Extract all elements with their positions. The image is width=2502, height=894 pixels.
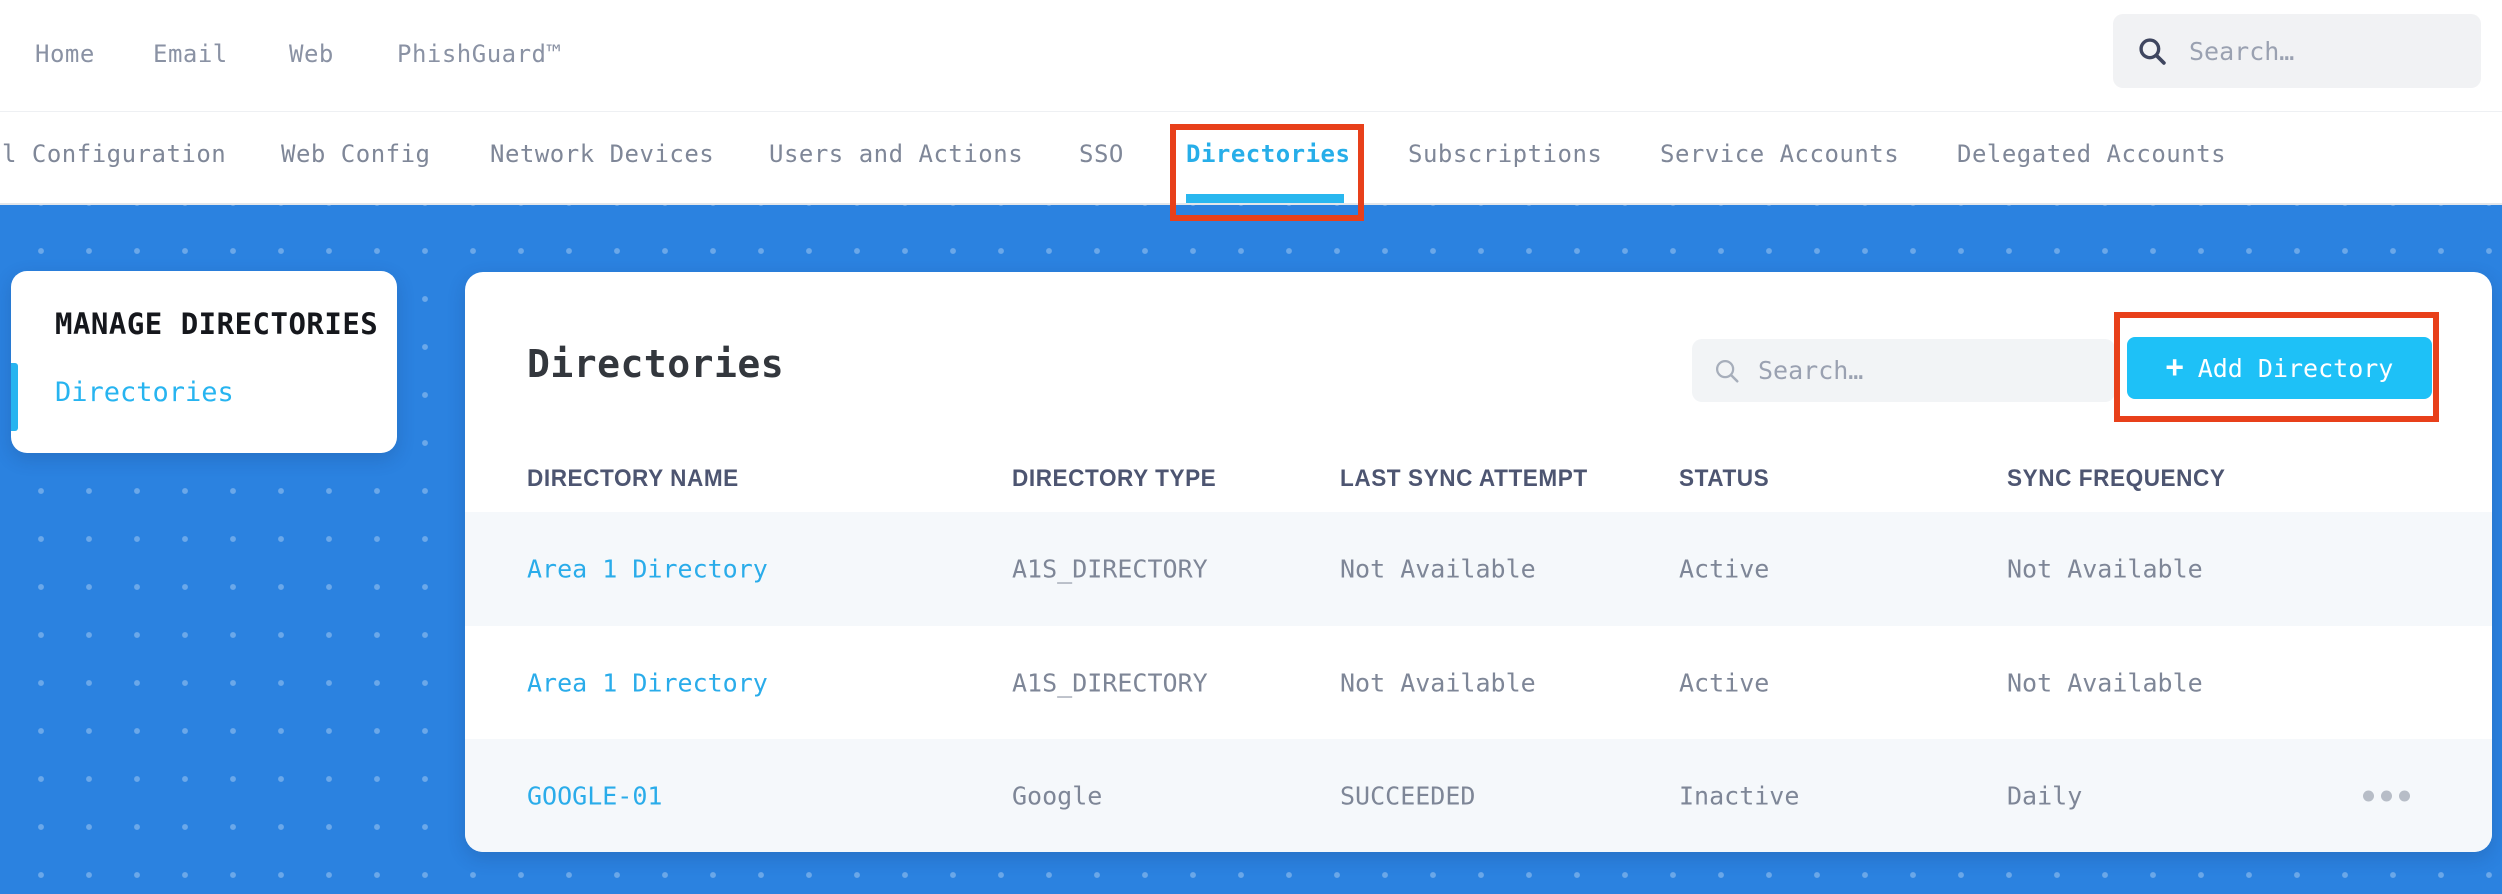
primary-nav: Home Email Web PhishGuard™ (0, 0, 2502, 112)
directories-search-input[interactable] (1758, 356, 2078, 385)
directories-panel: Directories + Add Directory DIRECTORY NA… (465, 272, 2492, 852)
sidebar-active-indicator (11, 363, 18, 431)
tab-subscriptions[interactable]: Subscriptions (1408, 140, 1602, 168)
tab-delegated-accounts[interactable]: Delegated Accounts (1957, 140, 2226, 168)
tab-sso[interactable]: SSO (1079, 140, 1124, 168)
nav-item-phishguard[interactable]: PhishGuard™ (397, 40, 561, 68)
add-directory-label: Add Directory (2197, 353, 2394, 383)
column-header-sync-frequency: SYNC FREQUENCY (2007, 465, 2226, 492)
active-tab-underline (1186, 194, 1344, 203)
tab-network-devices[interactable]: Network Devices (490, 140, 714, 168)
workspace-background: MANAGE DIRECTORIES Directories Directori… (0, 205, 2502, 894)
directory-type-cell: A1S_DIRECTORY (1012, 668, 1208, 698)
sync-frequency-cell: Daily (2007, 781, 2083, 811)
nav-item-home[interactable]: Home (35, 40, 95, 68)
page-title: Directories (527, 342, 785, 386)
row-actions-ellipsis-icon[interactable] (2355, 783, 2418, 810)
tab-web-config[interactable]: Web Config (281, 140, 431, 168)
add-directory-button[interactable]: + Add Directory (2127, 337, 2432, 399)
sync-frequency-cell: Not Available (2007, 554, 2203, 584)
column-header-status: STATUS (1679, 465, 1770, 492)
plus-icon: + (2165, 350, 2184, 385)
status-cell: Active (1679, 554, 1770, 584)
tab-email-configuration[interactable]: l Configuration (2, 140, 226, 168)
sidebar-item-directories[interactable]: Directories (55, 377, 234, 408)
directory-type-cell: Google (1012, 781, 1103, 811)
global-search-input[interactable] (2189, 36, 2459, 66)
last-sync-cell: Not Available (1340, 554, 1536, 584)
column-header-directory-type: DIRECTORY TYPE (1012, 465, 1217, 492)
status-cell: Active (1679, 668, 1770, 698)
search-icon (2139, 38, 2166, 65)
table-row: Area 1 Directory A1S_DIRECTORY Not Avail… (465, 512, 2492, 626)
nav-item-email[interactable]: Email (153, 40, 228, 68)
directory-name-link[interactable]: Area 1 Directory (527, 669, 768, 698)
directory-type-cell: A1S_DIRECTORY (1012, 554, 1208, 584)
sync-frequency-cell: Not Available (2007, 668, 2203, 698)
sidebar-title: MANAGE DIRECTORIES (55, 307, 379, 341)
tab-users-and-actions[interactable]: Users and Actions (769, 140, 1023, 168)
tab-directories[interactable]: Directories (1186, 140, 1350, 168)
app-header: Home Email Web PhishGuard™ l Configurati… (0, 0, 2502, 221)
directory-name-link[interactable]: GOOGLE-01 (527, 782, 662, 811)
tab-service-accounts[interactable]: Service Accounts (1660, 140, 1899, 168)
column-header-last-sync: LAST SYNC ATTEMPT (1340, 465, 1588, 492)
directory-name-link[interactable]: Area 1 Directory (527, 555, 768, 584)
table-row: GOOGLE-01 Google SUCCEEDED Inactive Dail… (465, 739, 2492, 852)
directories-search[interactable] (1692, 339, 2115, 402)
manage-directories-card: MANAGE DIRECTORIES Directories (11, 271, 397, 453)
status-cell: Inactive (1679, 781, 1800, 811)
nav-item-web[interactable]: Web (289, 40, 334, 68)
table-row: Area 1 Directory A1S_DIRECTORY Not Avail… (465, 626, 2492, 740)
column-header-directory-name: DIRECTORY NAME (527, 465, 739, 492)
search-icon (1715, 359, 1739, 383)
global-search[interactable] (2113, 14, 2481, 88)
last-sync-cell: SUCCEEDED (1340, 781, 1476, 811)
last-sync-cell: Not Available (1340, 668, 1536, 698)
